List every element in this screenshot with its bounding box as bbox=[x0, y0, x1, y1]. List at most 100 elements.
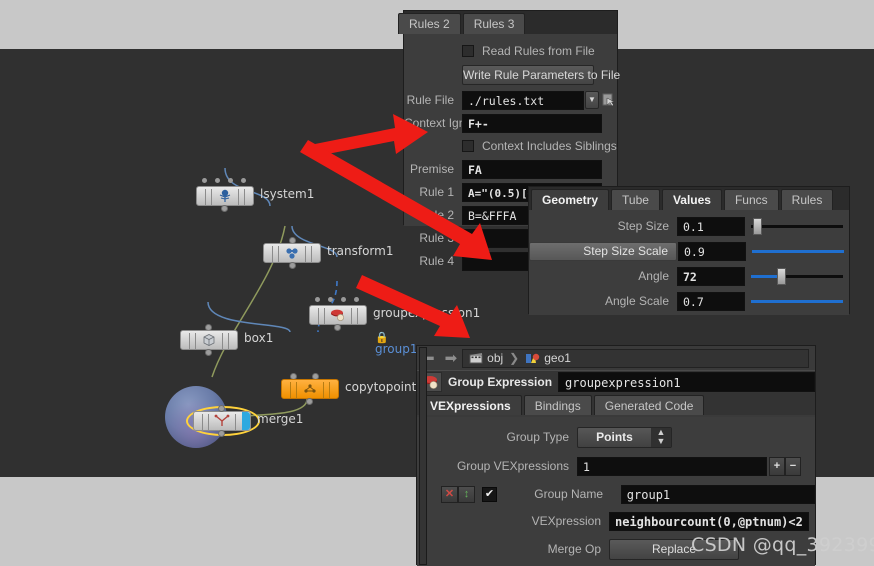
values-tab-row: Geometry Tube Values Funcs Rules bbox=[529, 187, 849, 210]
node-body[interactable] bbox=[193, 411, 251, 431]
tab-rules[interactable]: Rules bbox=[780, 189, 834, 210]
lsystem-icon bbox=[219, 189, 231, 202]
node-flag-dots bbox=[315, 297, 361, 303]
step-size-scale-input[interactable]: 0.9 bbox=[678, 241, 746, 261]
step-size-input[interactable]: 0.1 bbox=[677, 216, 745, 236]
node-output-port[interactable] bbox=[334, 324, 341, 331]
context-ignore-label: Context Ignore bbox=[404, 116, 462, 130]
context-includes-siblings-label: Context Includes Siblings bbox=[482, 139, 617, 153]
graph-node-copytopoints1[interactable]: copytopoints1 bbox=[281, 373, 430, 405]
chevron-down-icon[interactable]: ▼ bbox=[585, 91, 599, 109]
slider-fill bbox=[752, 249, 844, 253]
tab-generated-code[interactable]: Generated Code bbox=[593, 395, 705, 415]
graph-node-lsystem1[interactable]: lsystem1 bbox=[196, 178, 314, 212]
node-body[interactable] bbox=[196, 186, 254, 206]
graph-node-label: groupexpression1 bbox=[373, 306, 481, 320]
context-includes-siblings-checkbox[interactable] bbox=[462, 140, 474, 152]
premise-label: Premise bbox=[409, 162, 454, 176]
vexpression-label: VEXpression bbox=[531, 514, 601, 528]
group-type-dropdown[interactable]: Points ▲ ▼ bbox=[577, 426, 672, 448]
graph-node-label: transform1 bbox=[327, 244, 394, 258]
graph-node-merge1[interactable]: merge1 bbox=[165, 386, 303, 448]
slider-fill bbox=[751, 299, 843, 303]
node-flag-dots bbox=[202, 178, 248, 184]
read-rules-from-file-checkbox[interactable] bbox=[462, 45, 474, 57]
step-size-label: Step Size bbox=[617, 219, 669, 233]
copy-to-points-icon bbox=[304, 384, 316, 393]
step-size-scale-label[interactable]: Step Size Scale bbox=[529, 241, 677, 261]
graph-node-transform1[interactable]: transform1 bbox=[263, 237, 393, 269]
delete-x-icon[interactable]: ✕ bbox=[441, 485, 458, 503]
group-vexpressions-input[interactable]: 1 bbox=[577, 456, 767, 476]
rule-4-label: Rule 4 bbox=[419, 254, 454, 268]
node-body[interactable] bbox=[263, 243, 321, 263]
box-icon bbox=[203, 334, 215, 346]
panel-scrollbar-vertical[interactable] bbox=[419, 347, 427, 565]
transform-icon bbox=[286, 248, 298, 259]
node-body[interactable] bbox=[309, 305, 367, 325]
step-size-scale-slider[interactable] bbox=[752, 242, 844, 261]
tab-rules-3[interactable]: Rules 3 bbox=[462, 13, 526, 34]
node-body[interactable] bbox=[281, 379, 339, 399]
node-input-port[interactable] bbox=[218, 405, 225, 412]
breadcrumb-item-geo1[interactable]: geo1 bbox=[544, 351, 571, 365]
group-vexpressions-label: Group VEXpressions bbox=[456, 459, 569, 473]
graph-node-groupexpression1[interactable]: groupexpression1 🔒 group1 bbox=[309, 297, 480, 356]
node-display-flag[interactable] bbox=[242, 412, 250, 430]
stepper-updown-icon[interactable]: ▲ ▼ bbox=[651, 427, 671, 447]
node-name-input[interactable]: groupexpression1 bbox=[558, 372, 815, 392]
angle-scale-input[interactable]: 0.7 bbox=[677, 291, 745, 311]
angle-input[interactable]: 72 bbox=[677, 266, 745, 286]
move-updown-icon[interactable]: ↕ bbox=[458, 485, 475, 503]
breadcrumb: ⬅ ➡ obj ❯ geo1 bbox=[417, 346, 815, 370]
node-body[interactable] bbox=[180, 330, 238, 350]
rule-2-label: Rule 2 bbox=[419, 208, 454, 222]
slider-track bbox=[751, 224, 843, 228]
vexpression-input[interactable]: neighbourcount(0,@ptnum)<2 bbox=[609, 511, 809, 531]
angle-slider[interactable] bbox=[751, 267, 843, 286]
premise-input[interactable]: FA bbox=[462, 159, 602, 179]
rule-1-label: Rule 1 bbox=[419, 185, 454, 199]
group-name-label: Group Name bbox=[534, 487, 603, 501]
checkmark-icon[interactable]: ✔ bbox=[482, 486, 497, 502]
node-type-label: Group Expression bbox=[448, 375, 553, 389]
node-output-port[interactable] bbox=[218, 430, 225, 437]
angle-scale-slider[interactable] bbox=[751, 292, 843, 311]
context-ignore-input[interactable]: F+- bbox=[462, 113, 602, 133]
arrow-right-icon[interactable]: ➡ bbox=[440, 351, 463, 366]
tab-values[interactable]: Values bbox=[661, 189, 722, 210]
tab-bindings[interactable]: Bindings bbox=[523, 395, 592, 415]
node-header: Group Expression groupexpression1 bbox=[417, 370, 815, 393]
geometry-object-icon bbox=[526, 353, 540, 363]
group-name-input[interactable]: group1 bbox=[620, 484, 815, 504]
angle-label: Angle bbox=[638, 269, 669, 283]
tab-tube[interactable]: Tube bbox=[611, 189, 660, 210]
parameter-editor-panel: ⬅ ➡ obj ❯ geo1 Group Expression groupexp… bbox=[416, 345, 816, 566]
merge-op-label: Merge Op bbox=[547, 542, 601, 556]
write-rule-parameters-button[interactable]: Write Rule Parameters to File bbox=[462, 65, 620, 85]
tab-vexpressions[interactable]: VEXpressions bbox=[419, 395, 522, 415]
group-type-value: Points bbox=[596, 430, 633, 444]
add-vexpression-button[interactable]: + bbox=[769, 456, 785, 476]
slider-fill bbox=[751, 274, 779, 278]
tab-geometry[interactable]: Geometry bbox=[531, 189, 610, 210]
graph-node-box1[interactable]: box1 bbox=[180, 324, 273, 356]
rule-file-input[interactable]: ./rules.txt bbox=[462, 90, 584, 110]
read-rules-from-file-label: Read Rules from File bbox=[482, 44, 595, 58]
step-size-slider[interactable] bbox=[751, 217, 843, 236]
tab-rules-2[interactable]: Rules 2 bbox=[398, 13, 461, 34]
merge-icon bbox=[214, 414, 230, 426]
node-output-port[interactable] bbox=[306, 398, 313, 405]
graph-node-label: box1 bbox=[244, 331, 274, 345]
file-chooser-icon[interactable] bbox=[602, 93, 615, 107]
node-output-port[interactable] bbox=[221, 205, 228, 212]
watermark: CSDN @qq_39239990 bbox=[691, 534, 874, 556]
remove-vexpression-button[interactable]: − bbox=[785, 456, 801, 476]
node-output-port[interactable] bbox=[205, 349, 212, 356]
lsystem-values-panel: Geometry Tube Values Funcs Rules Step Si… bbox=[528, 186, 850, 315]
slider-knob[interactable] bbox=[776, 267, 786, 285]
tab-funcs[interactable]: Funcs bbox=[723, 189, 779, 210]
node-output-port[interactable] bbox=[289, 262, 296, 269]
slider-knob[interactable] bbox=[752, 217, 762, 235]
breadcrumb-item-obj[interactable]: obj bbox=[487, 351, 503, 365]
